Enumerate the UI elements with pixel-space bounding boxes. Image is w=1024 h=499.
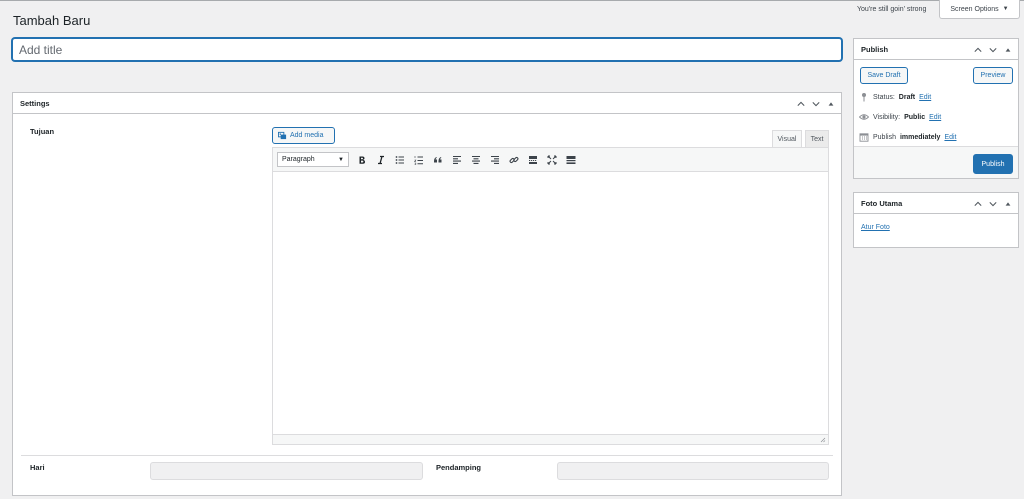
preview-button[interactable]: Preview (973, 67, 1013, 84)
publish-button[interactable]: Publish (973, 154, 1013, 174)
settings-handles (795, 93, 837, 114)
media-icon (278, 131, 287, 140)
set-featured-image-link[interactable]: Atur Foto (861, 224, 890, 231)
publish-header: Publish (854, 39, 1018, 60)
edit-visibility-link[interactable]: Edit (929, 114, 941, 121)
bold-icon[interactable] (353, 151, 371, 169)
move-up-icon[interactable] (972, 44, 984, 56)
publish-heading: Publish (861, 44, 889, 54)
post-title-input[interactable] (12, 38, 842, 61)
status-label: Status: (873, 93, 895, 101)
footer-greeting: You're still goin' strong (857, 6, 927, 13)
tujuan-label: Tujuan (30, 127, 55, 136)
italic-icon[interactable] (372, 151, 390, 169)
edit-status-link[interactable]: Edit (919, 94, 931, 101)
add-media-label: Add media (290, 132, 324, 139)
admin-bar-edge (0, 0, 1024, 1)
add-media-button[interactable]: Add media (272, 127, 335, 144)
toggle-panel-icon[interactable] (1002, 198, 1014, 210)
content-editor: Paragraph ▼ (272, 147, 829, 445)
page-title: Tambah Baru (13, 13, 91, 28)
fullscreen-icon[interactable] (543, 151, 561, 169)
screen-options-label: Screen Options (950, 5, 999, 13)
pendamping-label: Pendamping (436, 463, 482, 472)
calendar-icon (859, 133, 869, 142)
read-more-icon[interactable] (524, 151, 542, 169)
chevron-down-icon: ▼ (338, 156, 344, 163)
featured-image-metabox: Foto Utama (853, 192, 1019, 248)
featured-image-handles (972, 193, 1014, 214)
publish-date-value: immediately (899, 133, 941, 141)
visibility-label: Visibility: (873, 113, 901, 121)
caret-down-icon: ▼ (1002, 6, 1009, 12)
editor-toolbar: Paragraph ▼ (273, 148, 828, 172)
toggle-panel-icon[interactable] (825, 98, 837, 110)
settings-divider (21, 455, 833, 456)
hari-input[interactable] (150, 462, 423, 480)
resize-handle-icon[interactable] (820, 437, 826, 443)
publish-date-label: Publish (873, 133, 896, 141)
save-draft-button[interactable]: Save Draft (860, 67, 908, 84)
move-down-icon[interactable] (987, 198, 999, 210)
align-left-icon[interactable] (448, 151, 466, 169)
publish-handles (972, 39, 1014, 60)
status-value: Draft (898, 93, 916, 101)
pendamping-input[interactable] (557, 462, 829, 480)
numbered-list-icon[interactable] (410, 151, 428, 169)
publish-date-row: Publish immediately Edit (859, 132, 957, 142)
settings-header: Settings (13, 93, 841, 114)
screen-options-button[interactable]: Screen Options ▼ (939, 0, 1020, 19)
align-center-icon[interactable] (467, 151, 485, 169)
edit-publish-date-link[interactable]: Edit (944, 134, 956, 141)
align-right-icon[interactable] (486, 151, 504, 169)
move-down-icon[interactable] (987, 44, 999, 56)
toolbar-toggle-icon[interactable] (562, 151, 580, 169)
pin-icon (862, 93, 866, 102)
editor-statusbar (273, 434, 828, 444)
editor-content-area[interactable] (273, 173, 828, 434)
bullet-list-icon[interactable] (391, 151, 409, 169)
visibility-value: Public (904, 113, 926, 121)
move-up-icon[interactable] (972, 198, 984, 210)
format-select-value: Paragraph (282, 156, 315, 163)
eye-icon (859, 114, 869, 120)
status-row: Status: Draft Edit (859, 92, 931, 102)
hari-label: Hari (30, 463, 45, 472)
toggle-panel-icon[interactable] (1002, 44, 1014, 56)
visibility-row: Visibility: Public Edit (859, 112, 941, 122)
blockquote-icon[interactable] (429, 151, 447, 169)
settings-heading: Settings (20, 98, 50, 108)
featured-image-heading: Foto Utama (861, 198, 903, 208)
format-select[interactable]: Paragraph ▼ (277, 152, 349, 167)
tab-visual[interactable]: Visual (772, 130, 802, 147)
featured-image-header: Foto Utama (854, 193, 1018, 214)
move-down-icon[interactable] (810, 98, 822, 110)
move-up-icon[interactable] (795, 98, 807, 110)
tab-text[interactable]: Text (805, 130, 829, 147)
link-icon[interactable] (505, 151, 523, 169)
